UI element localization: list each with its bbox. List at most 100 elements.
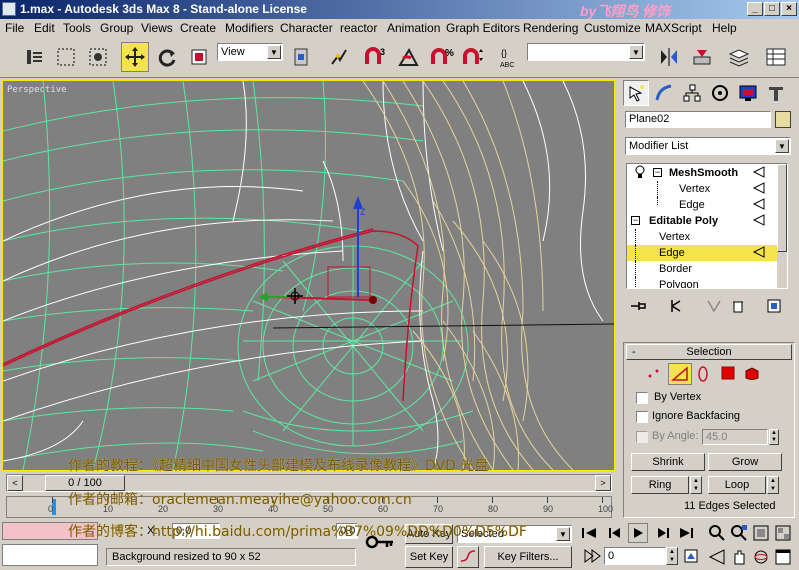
menu-file[interactable]: File <box>5 21 24 35</box>
by-angle-input[interactable]: 45.0 <box>702 429 768 445</box>
pan-icon[interactable] <box>730 548 748 569</box>
spinner-snap-icon[interactable] <box>460 42 488 72</box>
menu-graph-editors[interactable]: Graph Editors <box>446 21 520 35</box>
zoom-icon[interactable] <box>708 524 726 545</box>
stack-item-meshsmooth-edge[interactable]: Edge <box>627 197 777 213</box>
modifier-list-select[interactable]: Modifier List ▼ <box>625 137 791 155</box>
stack-item-polygon[interactable]: Polygon <box>627 277 777 288</box>
go-to-end-icon[interactable] <box>678 526 696 543</box>
pivot-center-icon[interactable] <box>287 42 315 72</box>
object-color-swatch[interactable] <box>775 111 791 128</box>
frame-spinner[interactable]: ▲ ▼ <box>666 547 678 565</box>
create-tab-icon[interactable] <box>623 80 649 106</box>
select-filter-icon[interactable] <box>20 42 48 72</box>
modify-tab-icon[interactable] <box>651 80 677 106</box>
menu-modifiers[interactable]: Modifiers <box>225 21 274 35</box>
ignore-backfacing-checkbox[interactable] <box>636 411 648 423</box>
hierarchy-tab-icon[interactable] <box>679 80 705 106</box>
by-angle-spinner[interactable]: ▲ ▼ <box>769 429 779 445</box>
ring-button[interactable]: Ring <box>631 476 689 494</box>
maximize-viewport-icon[interactable] <box>774 548 792 569</box>
previous-key-icon[interactable] <box>606 526 624 543</box>
zoom-all-icon[interactable] <box>730 524 748 545</box>
time-config-icon[interactable] <box>683 548 699 567</box>
stack-item-meshsmooth-vertex[interactable]: Vertex <box>627 181 777 197</box>
stack-item-vertex[interactable]: Vertex <box>627 229 777 245</box>
minimize-button[interactable]: _ <box>747 2 763 16</box>
selection-rollout-header[interactable]: - Selection <box>626 344 792 360</box>
set-key-button[interactable]: Set Key <box>405 546 453 568</box>
maximize-button[interactable]: □ <box>764 2 780 16</box>
collapse-icon[interactable]: − <box>653 168 662 177</box>
menu-views[interactable]: Views <box>141 21 173 35</box>
next-frame-button[interactable]: > <box>595 475 611 491</box>
layer-manager-icon[interactable] <box>725 42 753 72</box>
loop-spinner[interactable]: ▲ ▼ <box>767 476 779 494</box>
display-tab-icon[interactable] <box>735 80 761 106</box>
mirror-icon[interactable] <box>655 42 683 72</box>
make-unique-icon[interactable] <box>706 298 722 317</box>
percent-snap-icon[interactable]: % <box>428 42 456 72</box>
go-to-start-icon[interactable] <box>580 526 598 543</box>
curve-editor-icon[interactable] <box>762 42 790 72</box>
edit-named-sel-icon[interactable]: {} ABC <box>497 42 525 72</box>
snap-toggle-icon[interactable]: 3 <box>362 42 390 72</box>
rotate-icon[interactable] <box>153 42 181 72</box>
menu-help[interactable]: Help <box>712 21 737 35</box>
ref-coord-select[interactable]: View ▼ <box>217 43 283 61</box>
utilities-tab-icon[interactable] <box>763 80 789 106</box>
stack-item-border[interactable]: Border <box>627 261 777 277</box>
align-icon[interactable] <box>688 42 716 72</box>
polygon-mode-icon[interactable] <box>721 366 735 383</box>
key-mode-toggle-icon[interactable] <box>583 548 601 567</box>
maxscript-mini-listener[interactable] <box>2 544 98 566</box>
app-icon[interactable] <box>2 2 16 16</box>
stack-item-editable-poly[interactable]: − Editable Poly <box>627 213 777 229</box>
grow-button[interactable]: Grow <box>708 453 782 471</box>
named-selection-set-select[interactable]: ▼ <box>527 43 645 61</box>
select-by-name-icon[interactable] <box>84 42 112 72</box>
scale-icon[interactable] <box>185 42 213 72</box>
remove-modifier-icon[interactable] <box>730 298 746 317</box>
menu-tools[interactable]: Tools <box>63 21 91 35</box>
menu-customize[interactable]: Customize <box>584 21 641 35</box>
angle-snap-icon[interactable] <box>395 42 423 72</box>
collapse-icon[interactable]: − <box>631 216 640 225</box>
by-vertex-checkbox[interactable] <box>636 392 648 404</box>
menu-maxscript[interactable]: MAXScript <box>645 21 702 35</box>
key-filters-button[interactable]: Key Filters... <box>484 546 572 568</box>
stack-scrollbar[interactable] <box>777 164 787 288</box>
select-manipulate-icon[interactable] <box>325 42 353 72</box>
prev-frame-button[interactable]: < <box>7 475 23 491</box>
vertex-mode-icon[interactable] <box>646 367 662 384</box>
move-icon[interactable] <box>121 42 149 72</box>
select-region-icon[interactable] <box>52 42 80 72</box>
motion-tab-icon[interactable] <box>707 80 733 106</box>
by-angle-checkbox[interactable] <box>636 431 648 443</box>
element-mode-icon[interactable] <box>744 366 760 383</box>
default-in-out-tangent-icon[interactable] <box>457 546 479 568</box>
current-frame-input[interactable]: 0 <box>604 547 666 565</box>
menu-reactor[interactable]: reactor <box>340 21 377 35</box>
ring-spinner[interactable]: ▲ ▼ <box>690 476 702 494</box>
stack-item-edge[interactable]: Edge <box>627 245 777 261</box>
configure-sets-icon[interactable] <box>766 298 782 317</box>
perspective-viewport[interactable]: Perspective Z <box>1 79 616 472</box>
show-end-result-icon[interactable] <box>668 298 684 317</box>
loop-button[interactable]: Loop <box>708 476 766 494</box>
pin-stack-icon[interactable] <box>629 298 647 317</box>
zoom-extents-all-icon[interactable] <box>774 524 792 545</box>
play-icon[interactable] <box>628 523 648 543</box>
object-name-field[interactable]: Plane02 <box>625 111 771 128</box>
shrink-button[interactable]: Shrink <box>631 453 705 471</box>
menu-character[interactable]: Character <box>280 21 333 35</box>
field-of-view-icon[interactable] <box>708 548 726 569</box>
stack-item-meshsmooth[interactable]: − MeshSmooth <box>627 165 777 181</box>
border-mode-icon[interactable] <box>696 365 710 386</box>
menu-group[interactable]: Group <box>100 21 133 35</box>
arc-rotate-icon[interactable] <box>752 548 770 569</box>
next-key-icon[interactable] <box>654 526 672 543</box>
menu-edit[interactable]: Edit <box>34 21 55 35</box>
menu-animation[interactable]: Animation <box>387 21 440 35</box>
menu-rendering[interactable]: Rendering <box>523 21 578 35</box>
